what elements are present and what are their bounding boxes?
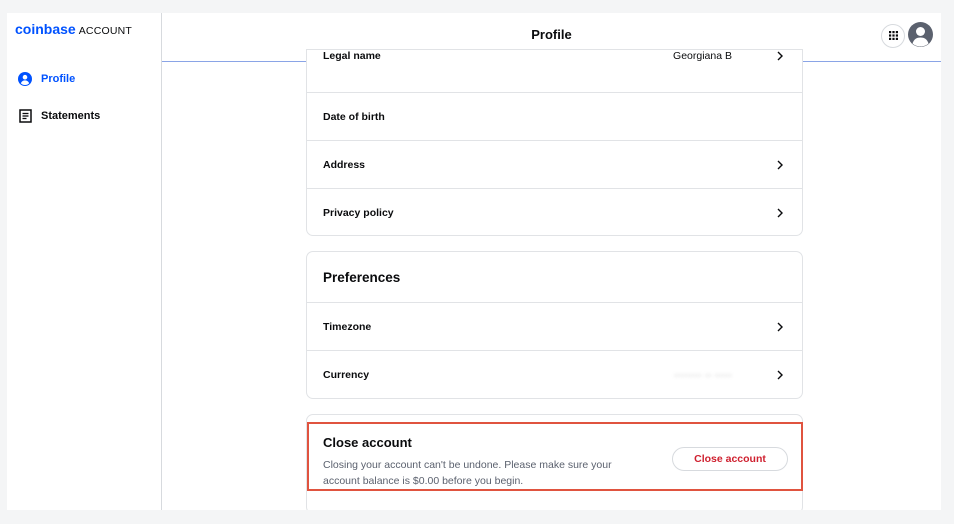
row-label: Date of birth [323, 110, 385, 123]
close-account-description: Closing your account can't be undone. Pl… [323, 459, 612, 487]
row-label: Privacy policy [323, 206, 394, 219]
apps-menu-button[interactable] [881, 24, 905, 48]
avatar[interactable] [908, 22, 933, 47]
close-account-title: Close account [323, 435, 412, 450]
privacy-policy-row[interactable]: Privacy policy [307, 188, 802, 236]
row-label: Address [323, 158, 366, 171]
sidebar-item-label: Statements [41, 110, 101, 122]
sidebar: coinbase ACCOUNT Profile Statements [7, 13, 162, 510]
personal-info-card: Legal name Georgiana B Date of birth Add… [306, 49, 803, 236]
sidebar-item-statements[interactable]: Statements [18, 106, 100, 126]
grid-icon [888, 27, 898, 45]
currency-value-redacted: ········ ·· ····· [673, 368, 732, 381]
currency-row[interactable]: Currency ········ ·· ····· [307, 350, 802, 398]
preferences-title: Preferences [323, 270, 401, 285]
chevron-right-icon [777, 370, 783, 379]
timezone-row[interactable]: Timezone [307, 302, 802, 350]
chevron-right-icon [777, 160, 783, 169]
user-circle-icon [18, 72, 32, 86]
sidebar-item-label: Profile [41, 73, 76, 85]
logo[interactable]: coinbase ACCOUNT [15, 21, 132, 39]
row-label: Timezone [323, 320, 372, 333]
close-account-card: Close account Closing your account can't… [306, 414, 803, 510]
close-account-button[interactable]: Close account [672, 447, 788, 471]
row-label: Currency [323, 368, 370, 381]
legal-name-value: Georgiana B [673, 50, 732, 62]
logo-brand: coinbase [15, 21, 76, 37]
chevron-right-icon [777, 51, 783, 61]
document-icon [18, 109, 32, 123]
address-row[interactable]: Address [307, 140, 802, 188]
chevron-right-icon [777, 322, 783, 331]
preferences-card: Preferences Timezone Currency ········ ·… [306, 251, 803, 399]
sidebar-item-profile[interactable]: Profile [18, 69, 75, 89]
row-label: Legal name [323, 50, 381, 62]
app-window: coinbase ACCOUNT Profile Statements Prof… [7, 13, 941, 510]
chevron-right-icon [777, 208, 783, 217]
date-of-birth-row[interactable]: Date of birth [307, 92, 802, 140]
legal-name-row[interactable]: Legal name Georgiana B [307, 38, 802, 74]
user-avatar-icon [908, 27, 933, 47]
logo-section: ACCOUNT [78, 25, 133, 37]
